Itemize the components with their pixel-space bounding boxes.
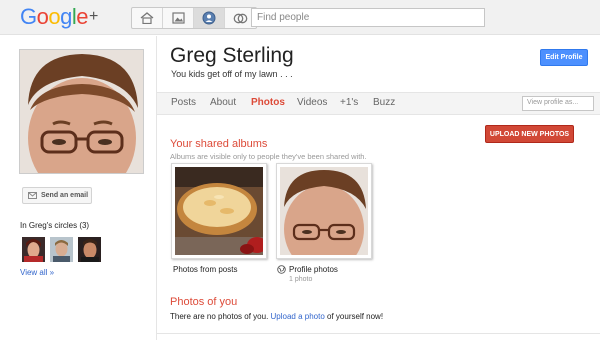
profile-name: Greg Sterling — [170, 44, 294, 67]
circles-title: In Greg's circles (3) — [20, 221, 90, 230]
profile-photo[interactable] — [19, 49, 144, 174]
view-all-link[interactable]: View all » — [20, 268, 54, 277]
circle-avatars — [22, 237, 101, 262]
view-profile-as-input[interactable]: View profile as... — [522, 96, 594, 111]
mail-icon — [28, 192, 37, 199]
tab-plus-ones[interactable]: +1's — [340, 97, 358, 108]
profile-tagline: You kids get off of my lawn . . . — [171, 69, 293, 79]
tab-buzz[interactable]: Buzz — [373, 97, 395, 108]
profile-icon[interactable] — [194, 8, 225, 28]
shared-albums-title: Your shared albums — [170, 138, 268, 150]
album-profile-photos[interactable] — [276, 163, 372, 259]
home-icon[interactable] — [132, 8, 163, 28]
divider — [157, 333, 600, 334]
send-email-label: Send an email — [41, 192, 89, 199]
photos-icon[interactable] — [163, 8, 194, 28]
tab-videos[interactable]: Videos — [297, 97, 327, 108]
album-name[interactable]: Photos from posts — [173, 265, 237, 274]
album-name: Profile photos — [289, 265, 338, 274]
nav-icon-bar — [131, 7, 257, 29]
edit-profile-button[interactable]: Edit Profile — [540, 49, 588, 66]
globe-icon — [277, 265, 286, 274]
album-photos-from-posts[interactable] — [171, 163, 267, 259]
album-name-profile[interactable]: Profile photos — [277, 265, 338, 274]
upload-photo-link[interactable]: Upload a photo — [271, 312, 325, 321]
album-photo-count: 1 photo — [289, 276, 313, 283]
photos-of-you-title: Photos of you — [170, 296, 238, 308]
tab-photos[interactable]: Photos — [251, 97, 285, 108]
avatar[interactable] — [50, 237, 73, 262]
shared-albums-subtitle: Albums are visible only to people they'v… — [170, 152, 367, 161]
tab-posts[interactable]: Posts — [171, 97, 196, 108]
avatar[interactable] — [22, 237, 45, 262]
search-input[interactable]: Find people — [251, 8, 485, 27]
upload-new-photos-button[interactable]: UPLOAD NEW PHOTOS — [485, 125, 574, 143]
send-email-button[interactable]: Send an email — [22, 187, 92, 204]
photos-message-suffix: of yourself now! — [327, 312, 384, 321]
photos-message-text: There are no photos of you. — [170, 312, 269, 321]
google-plus-logo[interactable]: Google+ — [20, 6, 98, 28]
top-bar: Google+ Find people — [0, 0, 600, 35]
avatar[interactable] — [78, 237, 101, 262]
tab-about[interactable]: About — [210, 97, 236, 108]
photos-of-you-message: There are no photos of you. Upload a pho… — [170, 312, 383, 321]
